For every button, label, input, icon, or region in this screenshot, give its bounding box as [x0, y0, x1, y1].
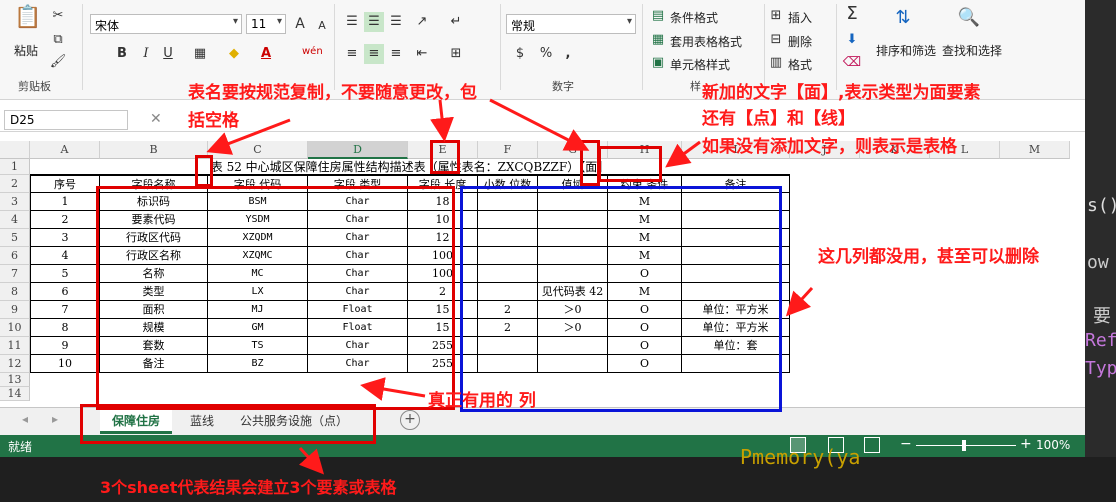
arrow-to-useful	[360, 377, 426, 401]
annotation-arrows	[206, 98, 814, 475]
arrow-to-paren	[489, 98, 590, 151]
arrow-to-unused	[785, 286, 814, 317]
arrow-to-mian	[665, 140, 701, 168]
arrow-to-sheets	[298, 446, 325, 475]
arrow-to-space	[206, 118, 291, 155]
arrow-to-colon	[430, 99, 454, 142]
